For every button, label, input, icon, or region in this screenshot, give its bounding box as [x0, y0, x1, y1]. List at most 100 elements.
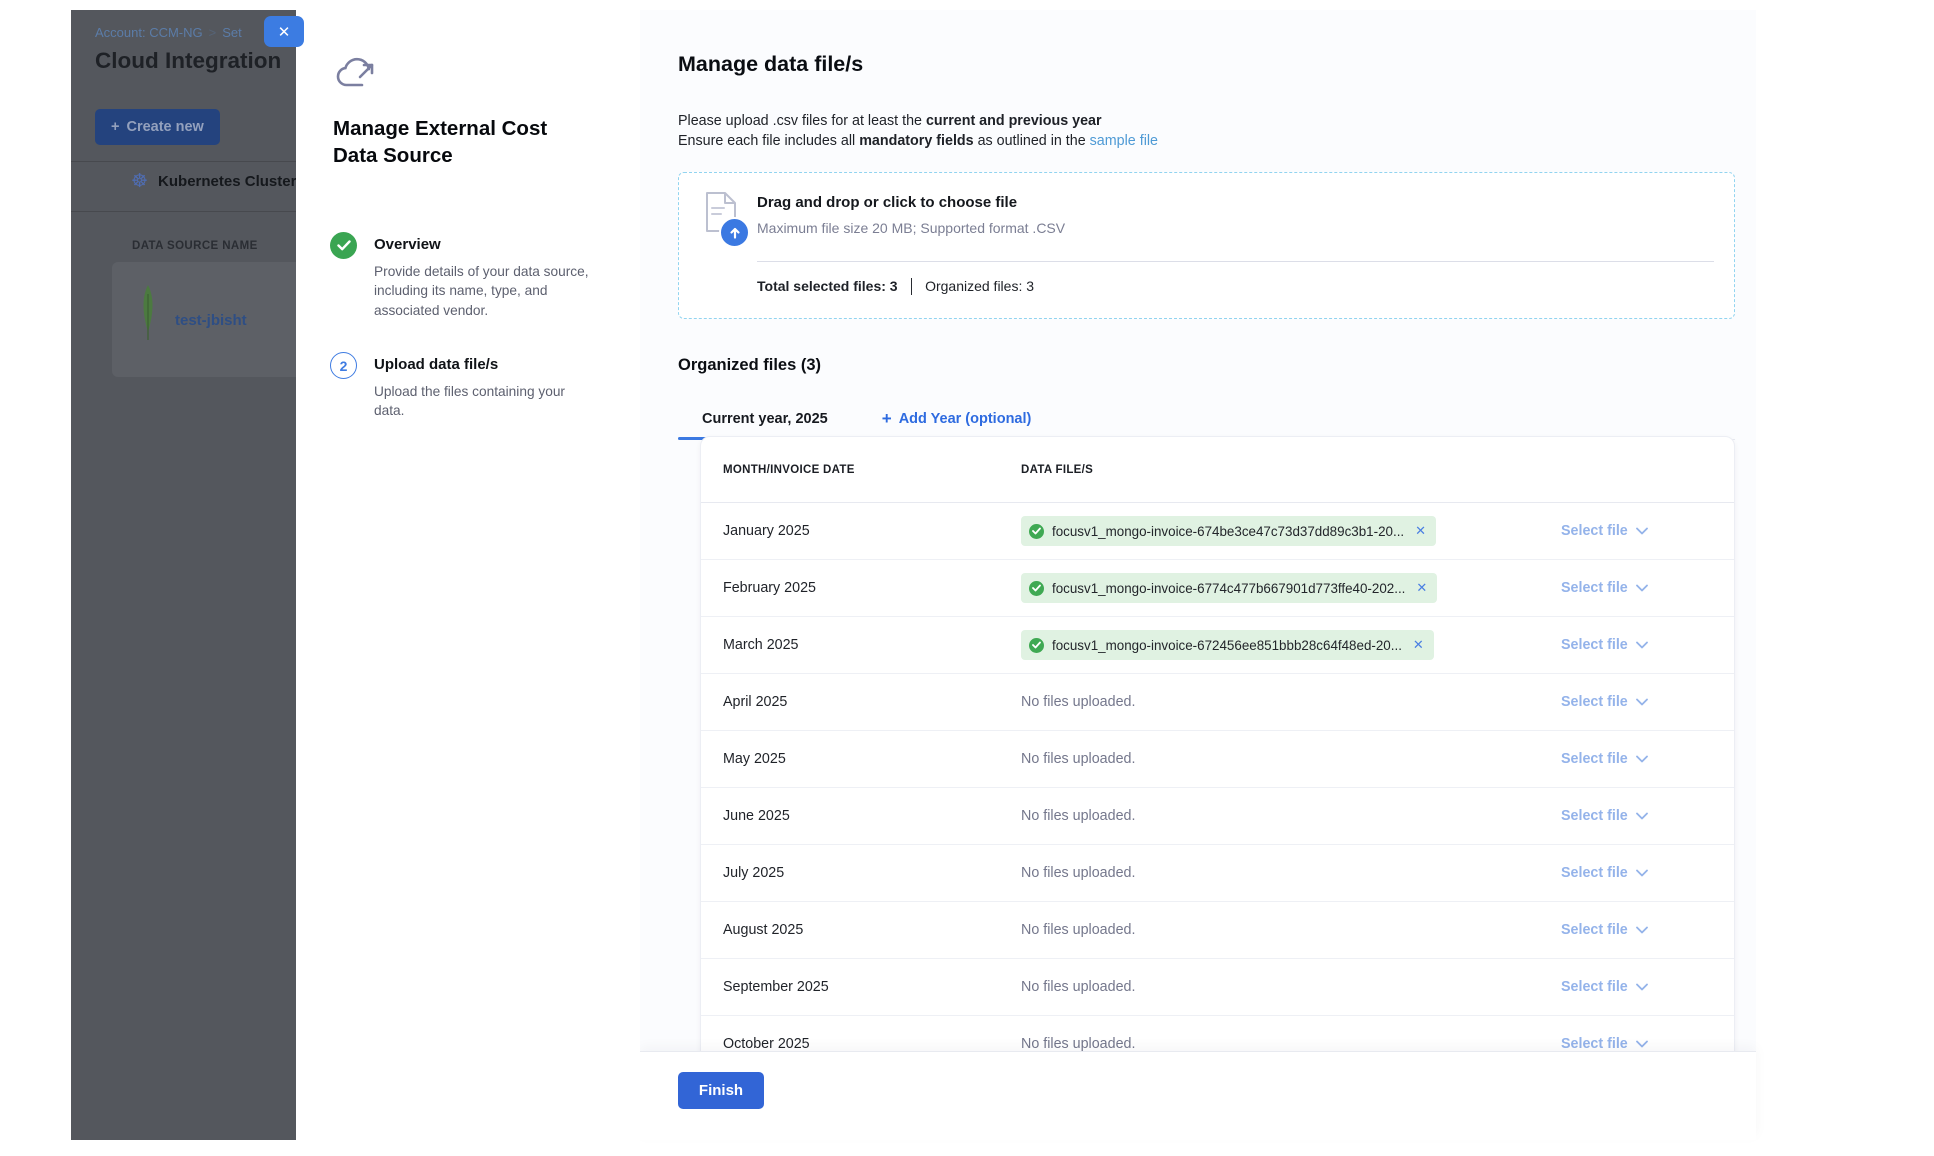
- month-label: October 2025: [723, 1036, 810, 1052]
- month-label: June 2025: [723, 808, 790, 824]
- create-new-label: Create new: [126, 119, 203, 135]
- step-title: Overview: [374, 236, 592, 253]
- column-header-data-source-name: DATA SOURCE NAME: [132, 240, 258, 252]
- dropzone-divider: [757, 261, 1714, 262]
- intro-text: Please upload .csv files for at least th…: [678, 111, 1158, 151]
- year-tabs: Current year, 2025 + Add Year (optional): [678, 398, 1735, 440]
- chip-file-name: focusv1_mongo-invoice-6774c477b667901d77…: [1052, 581, 1405, 596]
- kubernetes-icon: ☸: [131, 172, 148, 191]
- select-file-button[interactable]: Select file: [1561, 865, 1648, 881]
- chip-check-icon: [1029, 581, 1044, 596]
- file-dropzone[interactable]: Drag and drop or click to choose file Ma…: [678, 172, 1735, 319]
- table-row: June 2025 No files uploaded. Select file: [701, 788, 1734, 845]
- chevron-down-icon: [1636, 584, 1648, 592]
- select-file-button[interactable]: Select file: [1561, 694, 1648, 710]
- kubernetes-tab-label: Kubernetes Clusters: [158, 173, 296, 190]
- select-file-label: Select file: [1561, 637, 1628, 653]
- month-label: April 2025: [723, 694, 787, 710]
- breadcrumb-account[interactable]: Account: CCM-NG: [95, 25, 203, 40]
- plus-icon: +: [111, 119, 119, 135]
- upload-arrow-icon: [719, 217, 750, 248]
- chevron-down-icon: [1636, 755, 1648, 763]
- dialog-footer: Finish: [640, 1052, 1756, 1140]
- intro-line1-bold: current and previous year: [926, 113, 1102, 129]
- empty-files-text: No files uploaded.: [1021, 979, 1135, 995]
- intro-line2-pre: Ensure each file includes all: [678, 133, 859, 149]
- select-file-button[interactable]: Select file: [1561, 922, 1648, 938]
- select-file-button[interactable]: Select file: [1561, 979, 1648, 995]
- select-file-button[interactable]: Select file: [1561, 751, 1648, 767]
- close-icon: ✕: [278, 23, 291, 41]
- table-row: April 2025No files uploaded.Select file: [701, 674, 1734, 731]
- breadcrumb-separator-icon: >: [209, 25, 217, 40]
- check-icon: [337, 240, 351, 251]
- step-description: Provide details of your data source, inc…: [374, 262, 592, 320]
- step-title: Upload data file/s: [374, 356, 592, 373]
- column-header-month: MONTH/INVOICE DATE: [701, 464, 1021, 476]
- chevron-down-icon: [1636, 926, 1648, 934]
- file-chip: focusv1_mongo-invoice-6774c477b667901d77…: [1021, 573, 1437, 603]
- select-file-label: Select file: [1561, 865, 1628, 881]
- chip-remove-icon[interactable]: ✕: [1416, 580, 1427, 596]
- select-file-button[interactable]: Select file: [1561, 1036, 1648, 1052]
- month-label: January 2025: [723, 523, 810, 539]
- month-label: March 2025: [723, 637, 799, 653]
- organized-files-heading: Organized files (3): [678, 356, 821, 375]
- plus-icon: +: [882, 409, 892, 429]
- intro-line1-pre: Please upload .csv files for at least th…: [678, 113, 926, 129]
- file-chip: focusv1_mongo-invoice-674be3ce47c73d37dd…: [1021, 516, 1436, 546]
- divider: [71, 211, 296, 212]
- month-table-body: January 2025 focusv1_mongo-invoice-674be3…: [701, 503, 1734, 1052]
- dropzone-title: Drag and drop or click to choose file: [757, 194, 1017, 211]
- month-label: July 2025: [723, 865, 784, 881]
- data-source-link[interactable]: test-jbisht: [175, 312, 247, 329]
- finish-button[interactable]: Finish: [678, 1072, 764, 1109]
- select-file-button[interactable]: Select file: [1561, 580, 1648, 596]
- dropzone-totals: Total selected files: 3 Organized files:…: [757, 275, 1034, 297]
- sample-file-link[interactable]: sample file: [1090, 133, 1158, 149]
- select-file-button[interactable]: Select file: [1561, 523, 1648, 539]
- chevron-down-icon: [1636, 1040, 1648, 1048]
- close-button[interactable]: ✕: [264, 16, 304, 47]
- breadcrumb[interactable]: Account: CCM-NG > Set: [95, 25, 242, 40]
- divider: [71, 161, 296, 162]
- step-description: Upload the files containing your data.: [374, 382, 592, 421]
- table-row: September 2025No files uploaded.Select f…: [701, 959, 1734, 1016]
- chevron-down-icon: [1636, 698, 1648, 706]
- empty-files-text: No files uploaded.: [1021, 808, 1135, 824]
- app: Account: CCM-NG > Set Cloud Integration + …: [0, 0, 1934, 1156]
- tab-kubernetes-clusters[interactable]: ☸ Kubernetes Clusters: [131, 172, 296, 191]
- total-selected-files: Total selected files: 3: [757, 278, 898, 294]
- step-overview[interactable]: Overview Provide details of your data so…: [330, 232, 592, 320]
- cloud-external-icon: [333, 55, 379, 93]
- table-row: October 2025No files uploaded.Select fil…: [701, 1016, 1734, 1052]
- table-row: February 2025focusv1_mongo-invoice-6774c…: [701, 560, 1734, 617]
- data-source-row[interactable]: test-jbisht: [112, 262, 296, 377]
- chip-check-icon: [1029, 524, 1044, 539]
- add-year-button[interactable]: + Add Year (optional): [882, 398, 1032, 439]
- tab-current-year[interactable]: Current year, 2025: [678, 398, 852, 439]
- select-file-label: Select file: [1561, 523, 1628, 539]
- select-file-label: Select file: [1561, 580, 1628, 596]
- add-year-label: Add Year (optional): [899, 411, 1032, 427]
- breadcrumb-trail[interactable]: Set: [222, 25, 242, 40]
- select-file-label: Select file: [1561, 751, 1628, 767]
- chip-remove-icon[interactable]: ✕: [1415, 523, 1426, 539]
- dialog-body: Manage data file/s Please upload .csv fi…: [640, 10, 1756, 1052]
- select-file-label: Select file: [1561, 922, 1628, 938]
- create-new-button[interactable]: + Create new: [95, 109, 220, 145]
- select-file-button[interactable]: Select file: [1561, 637, 1648, 653]
- chip-remove-icon[interactable]: ✕: [1413, 637, 1424, 653]
- month-label: August 2025: [723, 922, 803, 938]
- select-file-button[interactable]: Select file: [1561, 808, 1648, 824]
- select-file-label: Select file: [1561, 694, 1628, 710]
- step-upload-data-files[interactable]: 2 Upload data file/s Upload the files co…: [330, 352, 592, 421]
- manage-data-files-dialog: Manage data file/s Please upload .csv fi…: [640, 10, 1756, 1140]
- chip-file-name: focusv1_mongo-invoice-672456ee851bbb28c6…: [1052, 638, 1402, 653]
- table-row: January 2025 focusv1_mongo-invoice-674be3…: [701, 503, 1734, 560]
- month-label: May 2025: [723, 751, 786, 767]
- page-title: Cloud Integration: [95, 48, 281, 74]
- table-row: July 2025No files uploaded.Select file: [701, 845, 1734, 902]
- intro-line2-bold: mandatory fields: [859, 133, 973, 149]
- months-table-card: MONTH/INVOICE DATE DATA FILE/S January 2…: [700, 436, 1735, 1052]
